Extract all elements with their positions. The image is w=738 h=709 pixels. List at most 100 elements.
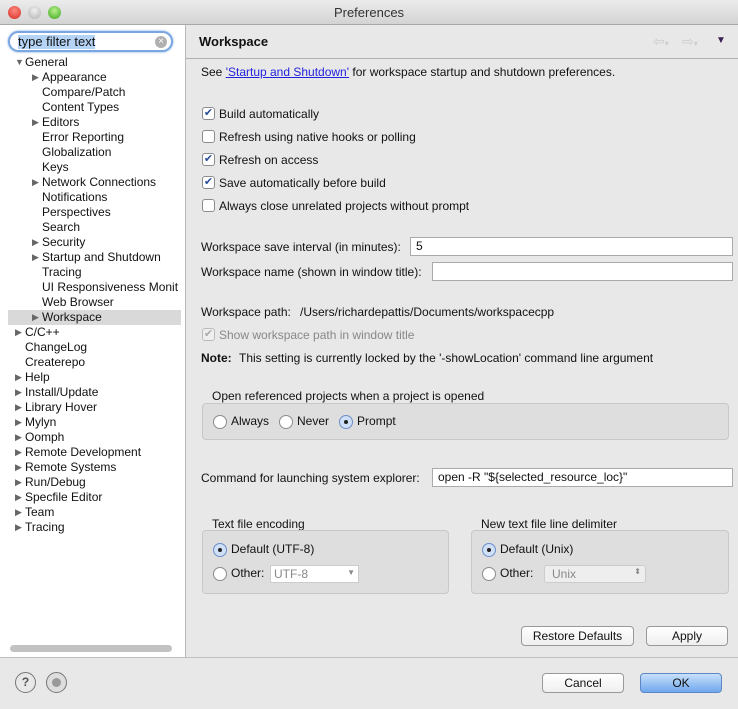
collapsed-triangle-icon[interactable]: ▶ xyxy=(32,115,39,130)
preference-page: Workspace ⇦▾ ⇨▾ ▼ See 'Startup and Shutd… xyxy=(186,25,738,657)
collapsed-triangle-icon[interactable]: ▶ xyxy=(15,370,22,385)
tree-item[interactable]: ▶ Tracing xyxy=(0,520,173,535)
view-menu-icon[interactable]: ▼ xyxy=(716,35,726,46)
tree-item[interactable]: ▶ Remote Systems xyxy=(0,460,173,475)
cancel-button[interactable]: Cancel xyxy=(542,673,624,693)
delimiter-select[interactable]: Unix ⬍ xyxy=(544,565,646,583)
tree-item-label: Web Browser xyxy=(42,295,114,309)
filter-input[interactable]: type filter text × xyxy=(8,31,173,52)
tree-item[interactable]: Tracing xyxy=(0,265,173,280)
checkbox[interactable]: ✔ xyxy=(202,107,215,120)
back-arrow-icon[interactable]: ⇦▾ xyxy=(653,33,669,50)
tree-item[interactable]: Keys xyxy=(0,160,173,175)
tree-item[interactable]: Compare/Patch xyxy=(0,85,173,100)
radio-label: Always xyxy=(231,414,270,428)
forward-arrow-icon[interactable]: ⇨▾ xyxy=(682,33,698,50)
collapsed-triangle-icon[interactable]: ▶ xyxy=(15,325,22,340)
page-title: Workspace xyxy=(199,34,269,49)
collapsed-triangle-icon[interactable]: ▶ xyxy=(15,505,22,520)
zoom-window-button[interactable] xyxy=(48,6,61,19)
delimiter-other-radio[interactable]: Other: xyxy=(482,566,533,581)
tree-item[interactable]: ▶ Mylyn xyxy=(0,415,173,430)
tree-item[interactable]: Perspectives xyxy=(0,205,173,220)
collapsed-triangle-icon[interactable]: ▶ xyxy=(32,175,39,190)
checkbox[interactable]: ✔ xyxy=(202,176,215,189)
tree-item-label: Error Reporting xyxy=(42,130,125,144)
checkbox[interactable]: ✔ xyxy=(202,153,215,166)
expanded-triangle-icon[interactable]: ▼ xyxy=(15,55,24,70)
tree-item[interactable]: ▶ Editors xyxy=(0,115,173,130)
tree-item[interactable]: Content Types xyxy=(0,100,173,115)
tree-item[interactable]: ▶ Appearance xyxy=(0,70,173,85)
encoding-other-radio[interactable]: Other: xyxy=(213,566,264,581)
tree-item-label: Tracing xyxy=(42,265,82,279)
tree-item-label: C/C++ xyxy=(25,325,60,339)
restore-defaults-button[interactable]: Restore Defaults xyxy=(521,626,634,646)
horizontal-scrollbar[interactable] xyxy=(10,645,172,652)
collapsed-triangle-icon[interactable]: ▶ xyxy=(32,235,39,250)
tree-item[interactable]: Error Reporting xyxy=(0,130,173,145)
collapsed-triangle-icon[interactable]: ▶ xyxy=(32,250,39,265)
apply-button[interactable]: Apply xyxy=(646,626,728,646)
collapsed-triangle-icon[interactable]: ▶ xyxy=(15,490,22,505)
collapsed-triangle-icon[interactable]: ▶ xyxy=(15,400,22,415)
workspace-name-label: Workspace name (shown in window title): xyxy=(201,265,422,279)
delimiter-group: Default (Unix) Other: Unix ⬍ xyxy=(471,530,729,594)
tree-item[interactable]: Globalization xyxy=(0,145,173,160)
collapsed-triangle-icon[interactable]: ▶ xyxy=(15,475,22,490)
collapsed-triangle-icon[interactable]: ▶ xyxy=(15,385,22,400)
tree-item-label: Createrepo xyxy=(25,355,86,369)
tree-item[interactable]: ▶ Workspace xyxy=(8,310,181,325)
encoding-select[interactable]: UTF-8 ▼ xyxy=(270,565,359,583)
tree-item[interactable]: UI Responsiveness Monit xyxy=(0,280,178,295)
collapsed-triangle-icon[interactable]: ▶ xyxy=(15,520,22,535)
collapsed-triangle-icon[interactable]: ▶ xyxy=(32,70,39,85)
clear-filter-icon[interactable]: × xyxy=(155,36,167,48)
tree-item[interactable]: ▶ Security xyxy=(0,235,173,250)
tree-item[interactable]: ▶ Library Hover xyxy=(0,400,173,415)
tree-item[interactable]: Notifications xyxy=(0,190,173,205)
open-ref-radio-never[interactable]: Never xyxy=(279,414,329,429)
tree-item[interactable]: Search xyxy=(0,220,173,235)
tree-item[interactable]: ▶ Run/Debug xyxy=(0,475,173,490)
radio-icon xyxy=(279,414,294,429)
tree-item[interactable]: ▶ Startup and Shutdown xyxy=(0,250,173,265)
ok-button[interactable]: OK xyxy=(640,673,722,693)
tree-item[interactable]: ▼ General xyxy=(0,55,173,70)
save-interval-input[interactable]: 5 xyxy=(410,237,733,256)
close-window-button[interactable] xyxy=(8,6,21,19)
collapsed-triangle-icon[interactable]: ▶ xyxy=(15,415,22,430)
show-path-checkbox[interactable]: ✔ xyxy=(202,328,215,341)
help-icon[interactable]: ? xyxy=(15,672,36,693)
collapsed-triangle-icon[interactable]: ▶ xyxy=(32,310,39,325)
tree-item[interactable]: Web Browser xyxy=(0,295,173,310)
startup-shutdown-link[interactable]: 'Startup and Shutdown' xyxy=(226,65,349,79)
collapsed-triangle-icon[interactable]: ▶ xyxy=(15,430,22,445)
tree-item[interactable]: ChangeLog xyxy=(0,340,173,355)
minimize-window-button[interactable] xyxy=(28,6,41,19)
delimiter-default-radio[interactable]: Default (Unix) xyxy=(482,542,573,557)
tree-item[interactable]: Createrepo xyxy=(0,355,173,370)
explorer-command-input[interactable]: open -R "${selected_resource_loc}" xyxy=(432,468,733,487)
tree-item[interactable]: ▶ Oomph xyxy=(0,430,173,445)
explorer-command-label: Command for launching system explorer: xyxy=(201,471,420,485)
checkbox[interactable] xyxy=(202,199,215,212)
import-export-icon[interactable] xyxy=(46,672,67,693)
radio-icon xyxy=(213,566,227,581)
tree-item[interactable]: ▶ C/C++ xyxy=(0,325,173,340)
collapsed-triangle-icon[interactable]: ▶ xyxy=(15,445,22,460)
tree-item[interactable]: ▶ Team xyxy=(0,505,173,520)
encoding-default-radio[interactable]: Default (UTF-8) xyxy=(213,542,314,557)
checkbox[interactable] xyxy=(202,130,215,143)
open-ref-radio-always[interactable]: Always xyxy=(213,414,269,429)
note-label: Note: xyxy=(201,351,232,365)
tree-item[interactable]: ▶ Specfile Editor xyxy=(0,490,173,505)
tree-item[interactable]: ▶ Help xyxy=(0,370,173,385)
collapsed-triangle-icon[interactable]: ▶ xyxy=(15,460,22,475)
tree-item[interactable]: ▶ Install/Update xyxy=(0,385,173,400)
tree-item[interactable]: ▶ Remote Development xyxy=(0,445,173,460)
tree-item[interactable]: ▶ Network Connections xyxy=(0,175,173,190)
workspace-name-input[interactable] xyxy=(432,262,733,281)
open-ref-radio-prompt[interactable]: Prompt xyxy=(339,414,396,429)
workspace-path-value: /Users/richardepattis/Documents/workspac… xyxy=(300,305,555,319)
